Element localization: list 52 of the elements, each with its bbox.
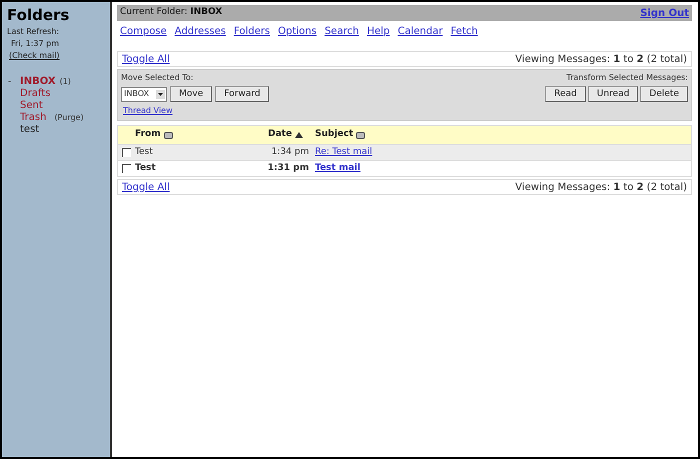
refresh-time: Fri, 1:37 pm [10, 38, 60, 50]
message-count: Viewing Messages: 1 to 2 (2 total) [515, 52, 687, 66]
menu-link[interactable]: Search [324, 24, 359, 39]
menu-link[interactable]: Fetch [450, 24, 478, 39]
menu-link[interactable]: Help [366, 24, 390, 39]
sort-icon[interactable] [164, 132, 173, 138]
unread-count: (1) [60, 76, 71, 88]
sidebar-title: Folders [7, 6, 70, 24]
action-button[interactable]: Forward [215, 86, 270, 102]
message-count: Viewing Messages: 1 to 2 (2 total) [515, 180, 687, 194]
refresh-label: Last Refresh: [7, 26, 60, 38]
folder-link[interactable]: test [20, 122, 40, 137]
menu-link[interactable]: Options [278, 24, 317, 39]
action-button[interactable]: Unread [588, 86, 638, 102]
current-folder: Current Folder: INBOX [120, 6, 222, 20]
sign-out-link[interactable]: Sign Out [640, 6, 689, 20]
message-row[interactable]: Test 1:31 pm Test mail [118, 160, 691, 176]
menu-link[interactable]: Compose [120, 24, 167, 39]
action-button[interactable]: Read [545, 86, 586, 102]
check-mail-link[interactable]: (Check mail) [7, 50, 60, 62]
folder-link[interactable]: INBOX [20, 74, 56, 89]
move-label: Move Selected To: [121, 72, 194, 84]
message-row[interactable]: Test 1:34 pm Re: Test mail [118, 144, 691, 160]
subject-link[interactable]: Test mail [315, 162, 360, 176]
menu-link[interactable]: Folders [234, 24, 270, 39]
from-cell-text: Test [134, 146, 154, 159]
folder-link[interactable]: Trash [20, 110, 46, 125]
thread-view-link[interactable]: Thread View [123, 105, 172, 117]
folder-link[interactable]: Sent [20, 98, 43, 113]
subject-link[interactable]: Re: Test mail [315, 146, 372, 160]
menu-link[interactable]: Calendar [398, 24, 443, 39]
folder-link[interactable]: Drafts [20, 86, 50, 101]
folder-select[interactable]: INBOX [121, 86, 167, 102]
column-header: Subject [315, 128, 354, 142]
row-checkbox[interactable] [122, 148, 131, 157]
sort-icon[interactable] [356, 132, 366, 138]
toggle-all-link[interactable]: Toggle All [122, 52, 170, 66]
sort-ascending-icon[interactable] [294, 132, 303, 138]
column-header: From [135, 128, 161, 142]
purge-link[interactable]: (Purge) [54, 112, 84, 124]
action-button[interactable]: Delete [640, 86, 688, 102]
expand-marker: - [8, 76, 12, 89]
date-cell-text: 1:31 pm [266, 162, 310, 175]
dropdown-arrow-icon [156, 90, 165, 98]
row-checkbox[interactable] [122, 164, 131, 173]
transform-label: Transform Selected Messages: [566, 72, 688, 84]
column-header: Date [268, 128, 292, 142]
menu-link[interactable]: Addresses [174, 24, 226, 39]
toggle-all-link[interactable]: Toggle All [122, 180, 170, 194]
from-cell-text: Test [134, 162, 157, 175]
action-button[interactable]: Move [170, 86, 212, 102]
date-cell-text: 1:34 pm [270, 146, 310, 159]
